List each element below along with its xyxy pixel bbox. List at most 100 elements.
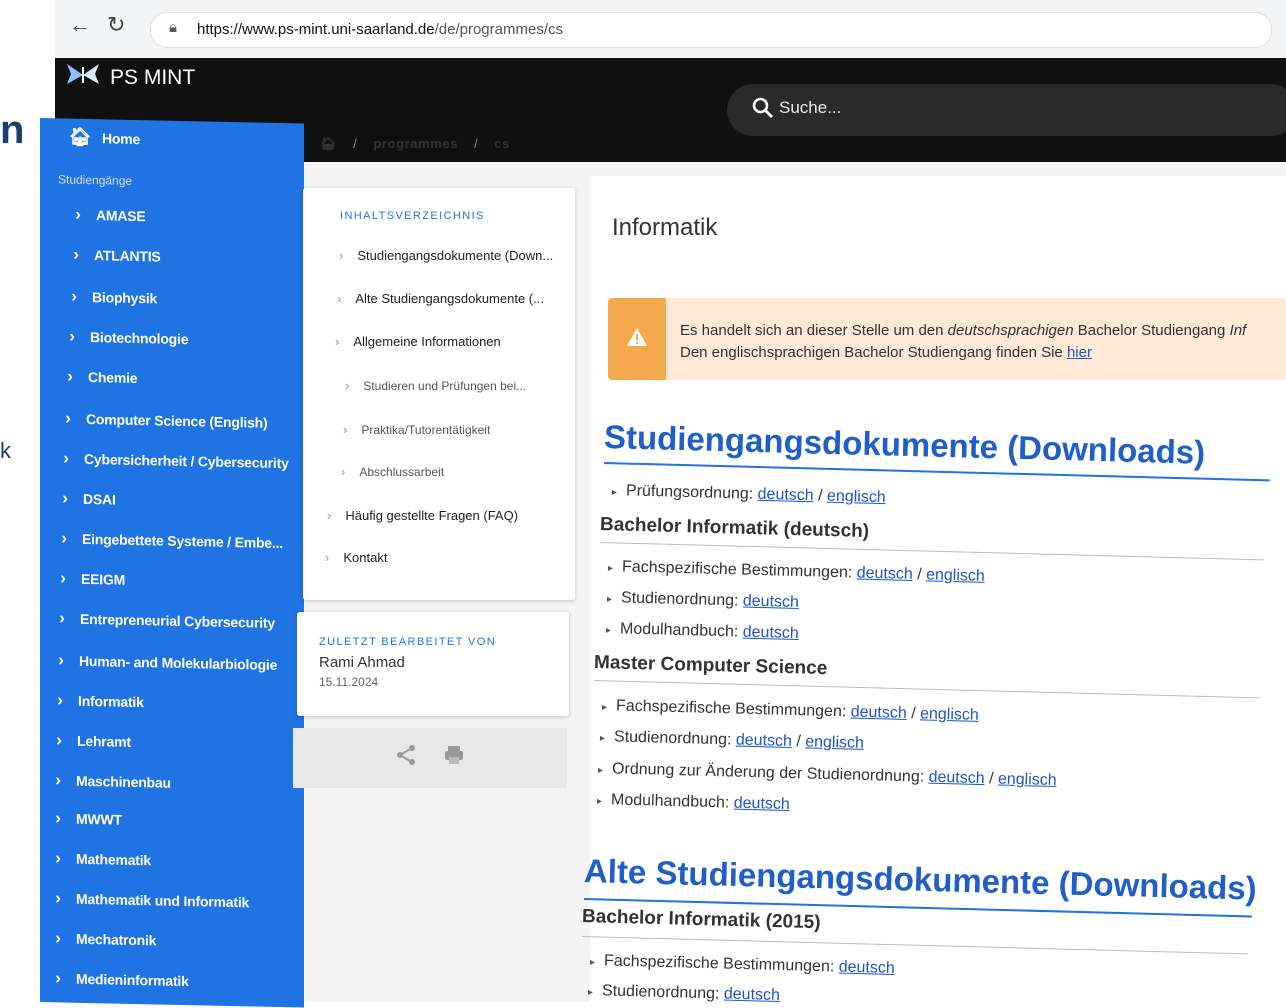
sidebar-item-label: Human- and Molekularbiologie bbox=[79, 652, 278, 673]
download-link-englisch[interactable]: englisch bbox=[926, 566, 985, 585]
chevron-right-icon: › bbox=[62, 488, 68, 508]
download-link-deutsch[interactable]: deutsch bbox=[851, 704, 907, 722]
toc-item-thesis[interactable]: › Abschlussarbeit bbox=[341, 464, 444, 479]
sidebar-item[interactable]: › Chemie bbox=[52, 366, 137, 388]
alert-emphasis: deutschsprachigen bbox=[947, 322, 1074, 339]
reload-icon[interactable]: ↻ bbox=[107, 12, 125, 38]
sidebar-item[interactable]: › Computer Science (English) bbox=[50, 408, 267, 433]
table-of-contents: INHALTSVERZEICHNIS › Studiengangsdokument… bbox=[303, 188, 575, 600]
breadcrumb-separator: / bbox=[474, 136, 479, 151]
sidebar-item[interactable]: › ATLANTIS bbox=[58, 244, 160, 266]
toc-item-label: Abschlussarbeit bbox=[359, 464, 445, 479]
sidebar-item[interactable]: › Eingebettete Systeme / Embe... bbox=[46, 528, 283, 553]
sidebar-item-label: Cybersicherheit / Cybersecurity bbox=[84, 450, 289, 472]
share-icon[interactable] bbox=[395, 744, 417, 766]
sidebar-item-label: Home bbox=[102, 129, 141, 147]
download-link-deutsch[interactable]: deutsch bbox=[743, 624, 799, 642]
edit-date: 15.11.2024 bbox=[319, 675, 379, 689]
download-link-deutsch[interactable]: deutsch bbox=[734, 795, 790, 813]
chevron-right-icon: › bbox=[65, 408, 71, 428]
toc-item-faq[interactable]: › Häufig gestellte Fragen (FAQ) bbox=[327, 508, 518, 523]
chevron-right-icon: › bbox=[55, 770, 61, 790]
download-link-deutsch[interactable]: deutsch bbox=[928, 769, 984, 787]
chevron-right-icon: › bbox=[337, 291, 342, 306]
toc-item-label: Praktika/Tutorentätigkeit bbox=[361, 422, 491, 437]
sidebar-item[interactable]: › AMASE bbox=[60, 204, 146, 226]
last-edited-card: ZULETZT BEARBEITET VON Rami Ahmad 15.11.… bbox=[297, 612, 569, 716]
alert-text: Es handelt sich an dieser Stelle um den bbox=[680, 322, 948, 339]
download-link-deutsch[interactable]: deutsch bbox=[724, 986, 780, 1004]
toc-item-label: Allgemeine Informationen bbox=[353, 334, 501, 349]
toc-item-old-docs[interactable]: › Alte Studiengangsdokumente (... bbox=[337, 291, 544, 306]
address-bar[interactable]: 🔒︎ https://www.ps-mint.uni-saarland.de/d… bbox=[150, 12, 1272, 48]
sidebar-item[interactable]: › Entrepreneurial Cybersecurity bbox=[44, 608, 275, 633]
butterfly-logo-icon[interactable] bbox=[65, 62, 101, 88]
sidebar-item[interactable]: › EEIGM bbox=[45, 568, 125, 590]
breadcrumb-cs[interactable]: cs bbox=[494, 136, 510, 151]
browser-toolbar: ← ↻ 🔒︎ https://www.ps-mint.uni-saarland.… bbox=[55, 0, 1286, 58]
url-path: /de/programmes/cs bbox=[434, 21, 563, 38]
sidebar-item[interactable]: › Informatik bbox=[42, 690, 143, 712]
sidebar-item[interactable]: › Mathematik und Informatik bbox=[40, 888, 249, 912]
bullet-icon: ▸ bbox=[589, 957, 596, 969]
chevron-right-icon: › bbox=[55, 808, 61, 828]
sidebar-item-home[interactable]: 🏠︎ Home bbox=[58, 126, 140, 149]
bullet-icon: ▸ bbox=[599, 733, 606, 745]
sidebar-item[interactable]: › Biophysik bbox=[56, 286, 157, 308]
bullet-icon: ▸ bbox=[601, 702, 608, 714]
back-arrow-icon[interactable]: ← bbox=[69, 12, 91, 38]
home-icon[interactable]: 🏠︎ bbox=[320, 136, 337, 151]
download-link-deutsch[interactable]: deutsch bbox=[757, 486, 813, 504]
bullet-icon: ▸ bbox=[587, 987, 594, 999]
chevron-right-icon: › bbox=[63, 448, 69, 468]
chevron-right-icon: › bbox=[335, 334, 340, 349]
sidebar-item[interactable]: › MWWT bbox=[40, 808, 122, 830]
download-link-deutsch[interactable]: deutsch bbox=[857, 565, 913, 583]
download-link-englisch[interactable]: englisch bbox=[920, 705, 979, 724]
download-link-englisch[interactable]: englisch bbox=[805, 733, 864, 752]
sidebar-nav: 🏠︎ Home Studiengänge › AMASE › ATLANTIS › Bio… bbox=[40, 118, 304, 1008]
sidebar-item[interactable]: › Cybersicherheit / Cybersecurity bbox=[48, 448, 289, 473]
sidebar-item-label: AMASE bbox=[96, 207, 146, 225]
toc-item-docs[interactable]: › Studiengangsdokumente (Down... bbox=[339, 248, 553, 263]
link-separator: / bbox=[791, 733, 806, 751]
sidebar-item[interactable]: › Mathematik bbox=[40, 848, 151, 870]
toc-item-internship[interactable]: › Praktika/Tutorentätigkeit bbox=[343, 422, 490, 437]
print-icon[interactable] bbox=[443, 744, 465, 766]
list-item-label: Studienordnung: bbox=[601, 982, 725, 1003]
toc-item-label: Studieren und Prüfungen bei... bbox=[363, 378, 527, 393]
sidebar-item[interactable]: › Biotechnologie bbox=[54, 326, 188, 349]
english-program-link[interactable]: hier bbox=[1067, 344, 1092, 361]
toc-item-contact[interactable]: › Kontakt bbox=[325, 550, 387, 565]
alert-message: Es handelt sich an dieser Stelle um den … bbox=[680, 320, 1246, 364]
sidebar-item-label: Mechatronik bbox=[76, 930, 157, 949]
sidebar-item-label: Entrepreneurial Cybersecurity bbox=[80, 610, 275, 631]
download-link-deutsch[interactable]: deutsch bbox=[736, 732, 792, 750]
alert-emphasis: Inf bbox=[1229, 322, 1247, 339]
download-link-deutsch[interactable]: deutsch bbox=[743, 593, 799, 611]
sidebar-item[interactable]: › Human- and Molekularbiologie bbox=[43, 650, 277, 675]
bullet-icon: ▸ bbox=[611, 487, 618, 499]
link-separator: / bbox=[912, 565, 927, 584]
toc-item-general[interactable]: › Allgemeine Informationen bbox=[335, 334, 501, 349]
sidebar-category-heading: Studiengänge bbox=[58, 172, 133, 188]
toc-item-studying[interactable]: › Studieren und Prüfungen bei... bbox=[345, 378, 526, 393]
sidebar-item[interactable]: › Medieninformatik bbox=[40, 968, 188, 991]
sidebar-item[interactable]: › Mechatronik bbox=[40, 928, 156, 950]
sidebar-item[interactable]: › Lehramt bbox=[41, 730, 131, 752]
sidebar-item[interactable]: › DSAI bbox=[47, 488, 115, 509]
breadcrumb-programmes[interactable]: programmes bbox=[373, 136, 458, 151]
download-link-deutsch[interactable]: deutsch bbox=[839, 959, 895, 977]
search-input[interactable]: Suche... bbox=[727, 84, 1286, 136]
sidebar-item[interactable]: › Maschinenbau bbox=[40, 770, 171, 793]
link-separator: / bbox=[906, 704, 921, 723]
url-text[interactable]: https://www.ps-mint.uni-saarland.de/de/p… bbox=[197, 21, 563, 38]
chevron-right-icon: › bbox=[60, 568, 66, 588]
chevron-right-icon: › bbox=[59, 608, 65, 628]
download-link-englisch[interactable]: englisch bbox=[827, 488, 886, 507]
download-link-englisch[interactable]: englisch bbox=[998, 770, 1057, 789]
site-info-icon[interactable]: 🔒︎ bbox=[169, 19, 177, 36]
brand-name[interactable]: PS MINT bbox=[110, 66, 195, 90]
toc-item-label: Studiengangsdokumente (Down... bbox=[357, 248, 554, 263]
search-icon bbox=[752, 97, 773, 118]
